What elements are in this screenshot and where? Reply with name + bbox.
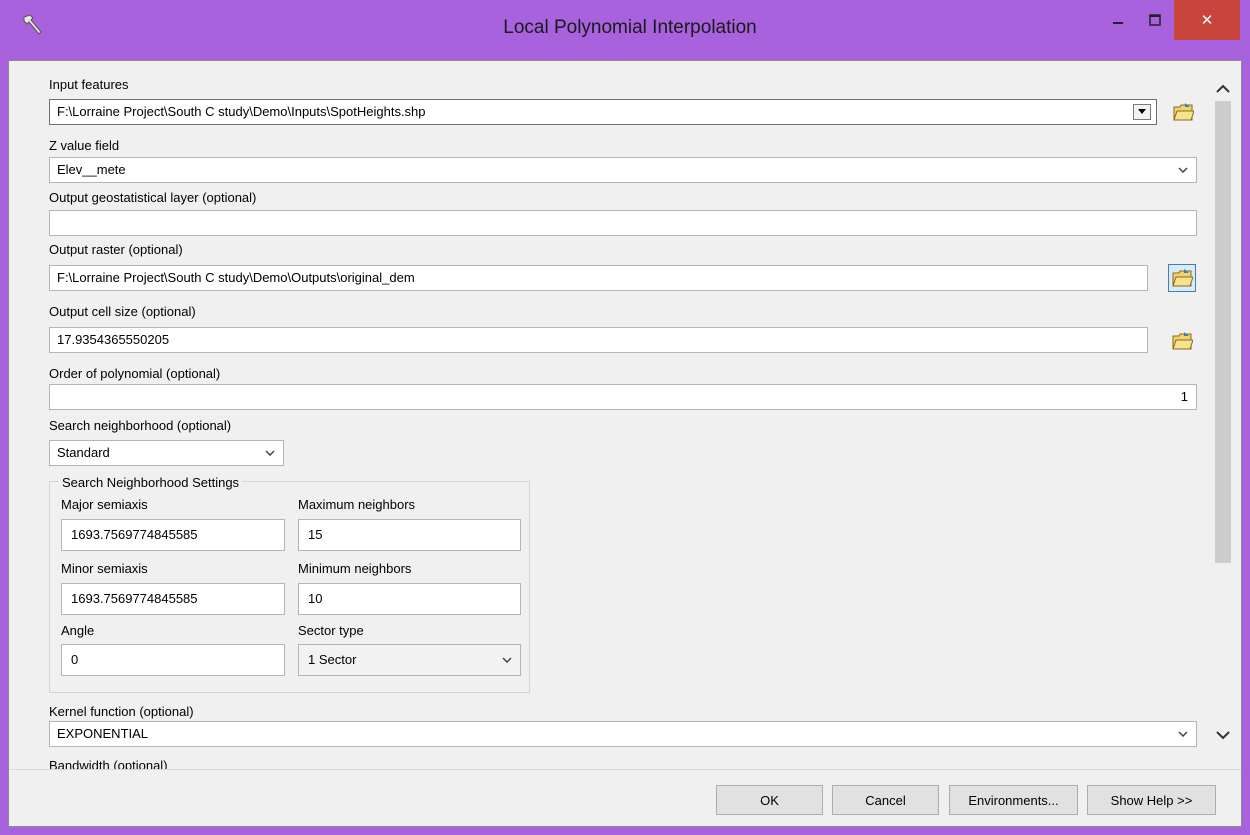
z-value-field-select[interactable]: Elev__mete — [49, 157, 1197, 183]
minimum-neighbors-label: Minimum neighbors — [298, 561, 412, 576]
show-help-button[interactable]: Show Help >> — [1087, 785, 1216, 815]
cancel-button[interactable]: Cancel — [832, 785, 939, 815]
ok-button[interactable]: OK — [716, 785, 823, 815]
kernel-function-label: Kernel function (optional) — [49, 704, 194, 719]
angle-input[interactable]: 0 — [61, 644, 285, 676]
chevron-down-icon — [1216, 731, 1230, 740]
folder-open-icon — [1172, 269, 1193, 287]
output-raster-browse-button[interactable] — [1168, 264, 1196, 292]
input-features-dropdown-button[interactable] — [1133, 104, 1151, 120]
window-title: Local Polynomial Interpolation — [503, 17, 757, 38]
sector-type-value: 1 Sector — [308, 652, 357, 667]
input-features-label: Input features — [49, 77, 129, 92]
output-geostatistical-layer-input[interactable] — [49, 210, 1197, 236]
chevron-down-icon — [1176, 722, 1190, 746]
kernel-function-select[interactable]: EXPONENTIAL — [49, 721, 1197, 747]
chevron-down-icon — [500, 645, 514, 675]
output-cell-size-label: Output cell size (optional) — [49, 304, 196, 319]
search-neighborhood-select[interactable]: Standard — [49, 440, 284, 466]
parameters-panel: Input features F:\Lorraine Project\South… — [9, 61, 1241, 769]
order-of-polynomial-input[interactable]: 1 — [49, 384, 1197, 410]
folder-open-icon — [1173, 103, 1194, 121]
title-bar[interactable]: Local Polynomial Interpolation ✕ — [0, 0, 1250, 60]
output-raster-label: Output raster (optional) — [49, 242, 183, 257]
z-value-field-value: Elev__mete — [57, 162, 126, 177]
minimum-neighbors-input[interactable]: 10 — [298, 583, 521, 615]
output-cell-size-browse-button[interactable] — [1168, 327, 1196, 355]
output-raster-input[interactable]: F:\Lorraine Project\South C study\Demo\O… — [49, 265, 1148, 291]
chevron-down-icon — [1176, 158, 1190, 182]
chevron-down-icon — [263, 441, 277, 465]
close-icon: ✕ — [1200, 12, 1214, 29]
scrollbar-thumb[interactable] — [1215, 101, 1231, 563]
sector-type-select[interactable]: 1 Sector — [298, 644, 521, 676]
sector-type-label: Sector type — [298, 623, 364, 638]
chevron-down-icon — [1138, 109, 1146, 114]
minimize-button[interactable] — [1100, 0, 1136, 40]
maximize-button[interactable] — [1137, 0, 1173, 40]
kernel-function-value: EXPONENTIAL — [57, 726, 149, 741]
button-bar: OK Cancel Environments... Show Help >> — [9, 769, 1241, 826]
environments-button[interactable]: Environments... — [949, 785, 1078, 815]
order-of-polynomial-label: Order of polynomial (optional) — [49, 366, 221, 381]
maximum-neighbors-label: Maximum neighbors — [298, 497, 416, 512]
output-cell-size-input[interactable]: 17.9354365550205 — [49, 327, 1148, 353]
dialog-window: Local Polynomial Interpolation ✕ Input f… — [0, 0, 1250, 835]
scroll-down-button[interactable] — [1212, 724, 1234, 746]
minor-semiaxis-label: Minor semiaxis — [61, 561, 148, 576]
scroll-up-button[interactable] — [1212, 78, 1234, 100]
minor-semiaxis-input[interactable]: 1693.7569774845585 — [61, 583, 285, 615]
major-semiaxis-input[interactable]: 1693.7569774845585 — [61, 519, 285, 551]
output-geostatistical-layer-label: Output geostatistical layer (optional) — [49, 190, 257, 205]
chevron-up-icon — [1216, 84, 1230, 93]
dialog-body: Input features F:\Lorraine Project\South… — [8, 60, 1242, 827]
angle-label: Angle — [61, 623, 95, 638]
maximum-neighbors-input[interactable]: 15 — [298, 519, 521, 551]
z-value-field-label: Z value field — [49, 138, 120, 153]
input-features-value: F:\Lorraine Project\South C study\Demo\I… — [57, 104, 426, 119]
search-neighborhood-value: Standard — [57, 445, 110, 460]
input-features-combobox[interactable]: F:\Lorraine Project\South C study\Demo\I… — [49, 99, 1157, 125]
input-features-browse-button[interactable] — [1169, 98, 1197, 126]
close-button[interactable]: ✕ — [1174, 0, 1240, 40]
bandwidth-label: Bandwidth (optional) — [49, 758, 168, 769]
folder-open-icon — [1172, 332, 1193, 350]
major-semiaxis-label: Major semiaxis — [61, 497, 148, 512]
search-neighborhood-label: Search neighborhood (optional) — [49, 418, 232, 433]
search-neighborhood-settings-title: Search Neighborhood Settings — [59, 475, 243, 490]
